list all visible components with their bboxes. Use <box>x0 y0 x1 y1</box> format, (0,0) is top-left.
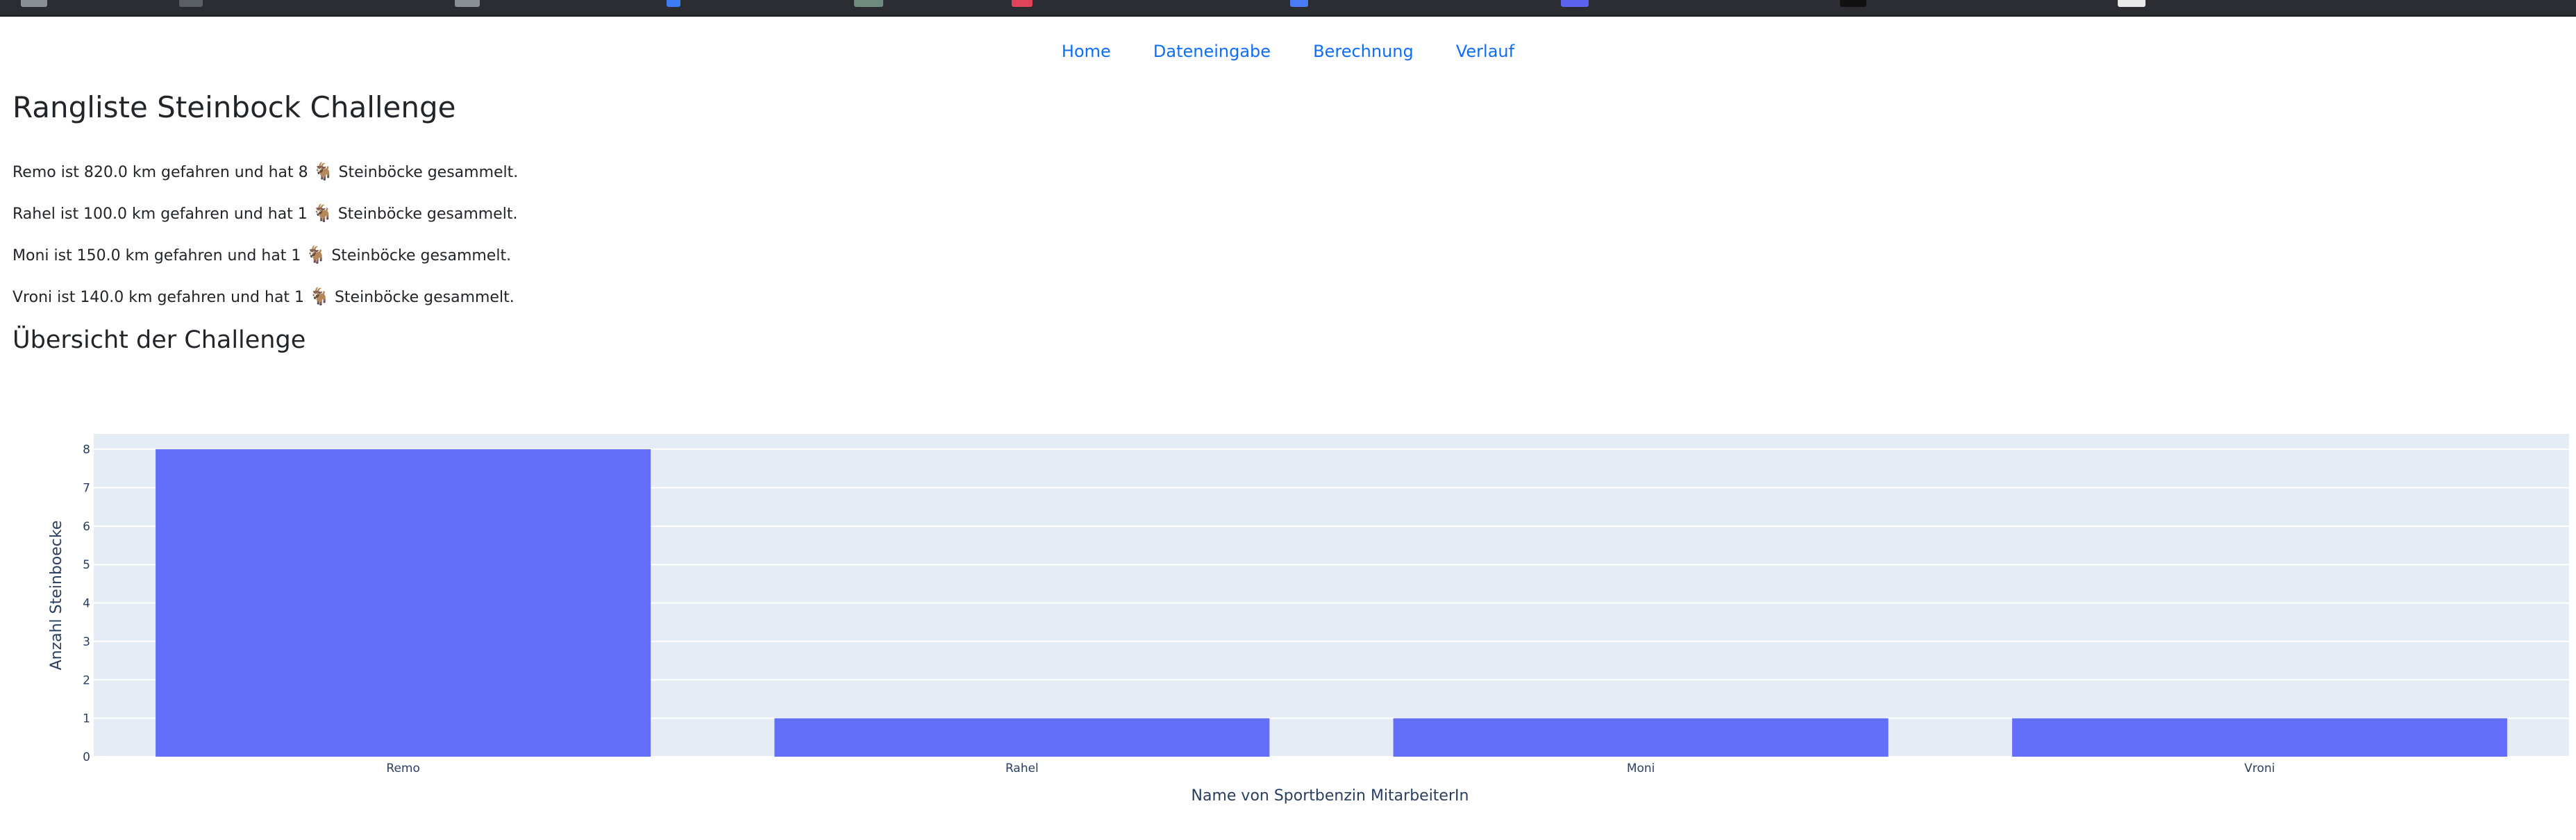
section-title: Übersicht der Challenge <box>12 326 306 354</box>
x-tick-label: Remo <box>386 762 419 775</box>
y-tick-label: 2 <box>83 673 90 687</box>
bookmark-favicon[interactable] <box>455 0 480 7</box>
bookmark-favicon[interactable] <box>2118 0 2146 7</box>
x-tick-label: Moni <box>1627 762 1655 775</box>
ranking-item: Vroni ist 140.0 km gefahren und hat 1 🐐 … <box>12 285 518 326</box>
y-axis-title: Anzahl Steinboecke <box>48 521 65 671</box>
ranking-text-suffix: Steinböcke gesammelt. <box>338 164 519 181</box>
bar-moni[interactable] <box>1393 718 1889 757</box>
y-tick-label: 6 <box>83 520 90 534</box>
bookmark-favicon[interactable] <box>1012 0 1032 7</box>
page-title: Rangliste Steinbock Challenge <box>12 90 456 124</box>
y-tick-label: 0 <box>83 750 90 764</box>
y-tick-label: 5 <box>83 558 90 572</box>
ranking-item: Rahel ist 100.0 km gefahren und hat 1 🐐 … <box>12 201 518 243</box>
y-tick-label: 3 <box>83 635 90 649</box>
bar-remo[interactable] <box>156 449 651 757</box>
bookmark-favicon[interactable] <box>854 0 883 7</box>
y-tick-label: 1 <box>83 712 90 726</box>
bookmark-favicon[interactable] <box>1561 0 1589 7</box>
nav-berechnung-link[interactable]: Berechnung <box>1313 42 1414 61</box>
bookmark-favicon[interactable] <box>1290 0 1308 7</box>
main-nav: Home Dateneingabe Berechnung Verlauf <box>0 42 2576 61</box>
ranking-text-suffix: Steinböcke gesammelt. <box>331 247 512 264</box>
bar-vroni[interactable] <box>2012 718 2507 757</box>
y-tick-label: 8 <box>83 443 90 457</box>
y-tick-label: 7 <box>83 482 90 496</box>
nav-dateneingabe-link[interactable]: Dateneingabe <box>1153 42 1271 61</box>
x-tick-label: Vroni <box>2244 762 2275 775</box>
x-axis-title: Name von Sportbenzin MitarbeiterIn <box>1191 787 1469 805</box>
ibex-icon: 🐐 <box>306 245 327 264</box>
ranking-list: Remo ist 820.0 km gefahren und hat 8 🐐 S… <box>12 160 518 326</box>
ibex-icon: 🐐 <box>312 203 333 223</box>
bar-rahel[interactable] <box>774 718 1270 757</box>
y-tick-label: 4 <box>83 597 90 611</box>
bookmark-favicon[interactable] <box>21 0 47 7</box>
steinbock-bar-chart[interactable]: 0 1 2 3 4 5 6 7 8 Remo Rahel Moni Vroni Name von Spor… <box>0 417 2576 819</box>
ibex-icon: 🐐 <box>312 162 334 181</box>
ibex-icon: 🐐 <box>309 287 330 306</box>
nav-home-link[interactable]: Home <box>1062 42 1111 61</box>
ranking-text: Remo ist 820.0 km gefahren und hat 8 <box>12 164 308 181</box>
bookmark-favicon[interactable] <box>179 0 203 7</box>
ranking-text-suffix: Steinböcke gesammelt. <box>337 205 518 223</box>
ranking-text: Rahel ist 100.0 km gefahren und hat 1 <box>12 205 308 223</box>
x-tick-label: Rahel <box>1005 762 1039 775</box>
nav-verlauf-link[interactable]: Verlauf <box>1456 42 1514 61</box>
ranking-text: Vroni ist 140.0 km gefahren und hat 1 <box>12 289 305 306</box>
ranking-item: Moni ist 150.0 km gefahren und hat 1 🐐 S… <box>12 243 518 285</box>
browser-bookmarks-bar <box>0 0 2576 17</box>
ranking-text: Moni ist 150.0 km gefahren und hat 1 <box>12 247 301 264</box>
ranking-item: Remo ist 820.0 km gefahren und hat 8 🐐 S… <box>12 160 518 201</box>
ranking-text-suffix: Steinböcke gesammelt. <box>334 289 515 306</box>
bookmark-favicon[interactable] <box>667 0 680 7</box>
bookmark-favicon[interactable] <box>1840 0 1866 7</box>
